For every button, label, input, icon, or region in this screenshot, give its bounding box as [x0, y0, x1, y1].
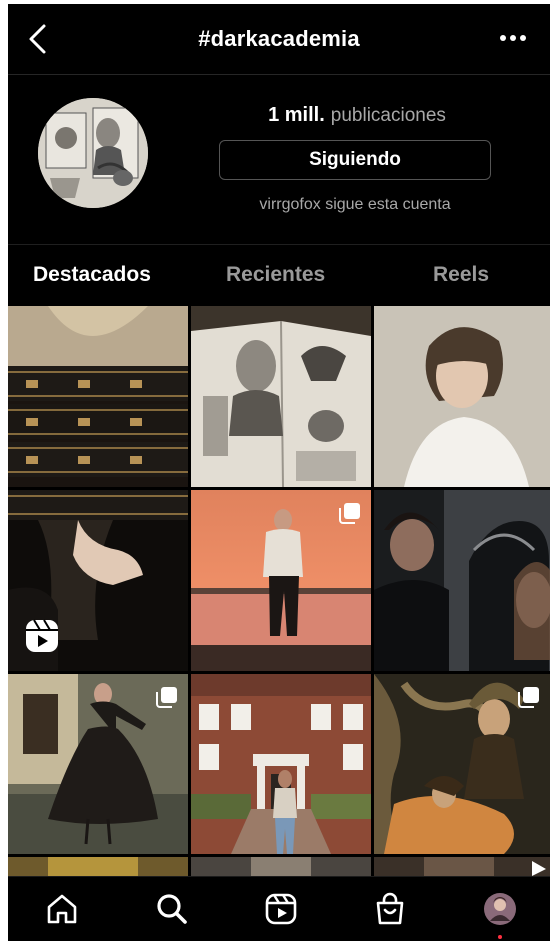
grid-post-7[interactable] [8, 674, 188, 854]
followed-by-text: virrgofox sigue esta cuenta [259, 196, 451, 213]
grid-post-9[interactable] [374, 674, 550, 854]
grid-post-12[interactable] [374, 857, 550, 876]
tab-reels[interactable]: Reels [433, 263, 489, 287]
grid-post-11[interactable] [191, 857, 371, 876]
grid-post-8[interactable] [191, 674, 371, 854]
post-count: 1 mill. publicaciones [222, 104, 492, 127]
top-bar: #darkacademia [8, 4, 550, 75]
content-tabs: Destacados Recientes Reels [8, 244, 550, 307]
home-icon[interactable] [44, 891, 80, 927]
more-horizontal-icon[interactable] [498, 26, 528, 50]
grid-post-5[interactable] [191, 490, 371, 671]
multiple-photos-icon [518, 687, 539, 708]
grid-post-10[interactable] [8, 857, 188, 876]
search-icon[interactable] [154, 891, 190, 927]
post-count-label: publicaciones [330, 105, 446, 126]
grid-post-4[interactable] [8, 490, 188, 671]
post-count-value: 1 mill. [268, 104, 325, 126]
shop-icon[interactable] [372, 891, 408, 927]
reel-icon [26, 619, 58, 652]
multiple-photos-icon [339, 503, 360, 524]
multiple-photos-icon [156, 687, 177, 708]
tab-recientes[interactable]: Recientes [226, 263, 325, 287]
profile-avatar[interactable] [482, 891, 518, 927]
hashtag-header: 1 mill. publicaciones Siguiendo virrgofox… [8, 74, 550, 244]
notification-dot [498, 935, 502, 939]
following-button[interactable]: Siguiendo [219, 140, 491, 180]
post-grid [8, 306, 550, 876]
grid-post-2[interactable] [191, 306, 371, 487]
page-title: #darkacademia [198, 26, 360, 51]
grid-post-1[interactable] [8, 306, 188, 487]
app-screen: #darkacademia 1 mill. publicaciones Sigu… [8, 4, 550, 941]
bottom-nav [8, 876, 550, 941]
grid-post-3[interactable] [374, 306, 550, 487]
hashtag-avatar [38, 98, 148, 208]
tab-destacados[interactable]: Destacados [33, 263, 151, 287]
grid-post-6[interactable] [374, 490, 550, 671]
reels-icon[interactable] [263, 891, 299, 927]
